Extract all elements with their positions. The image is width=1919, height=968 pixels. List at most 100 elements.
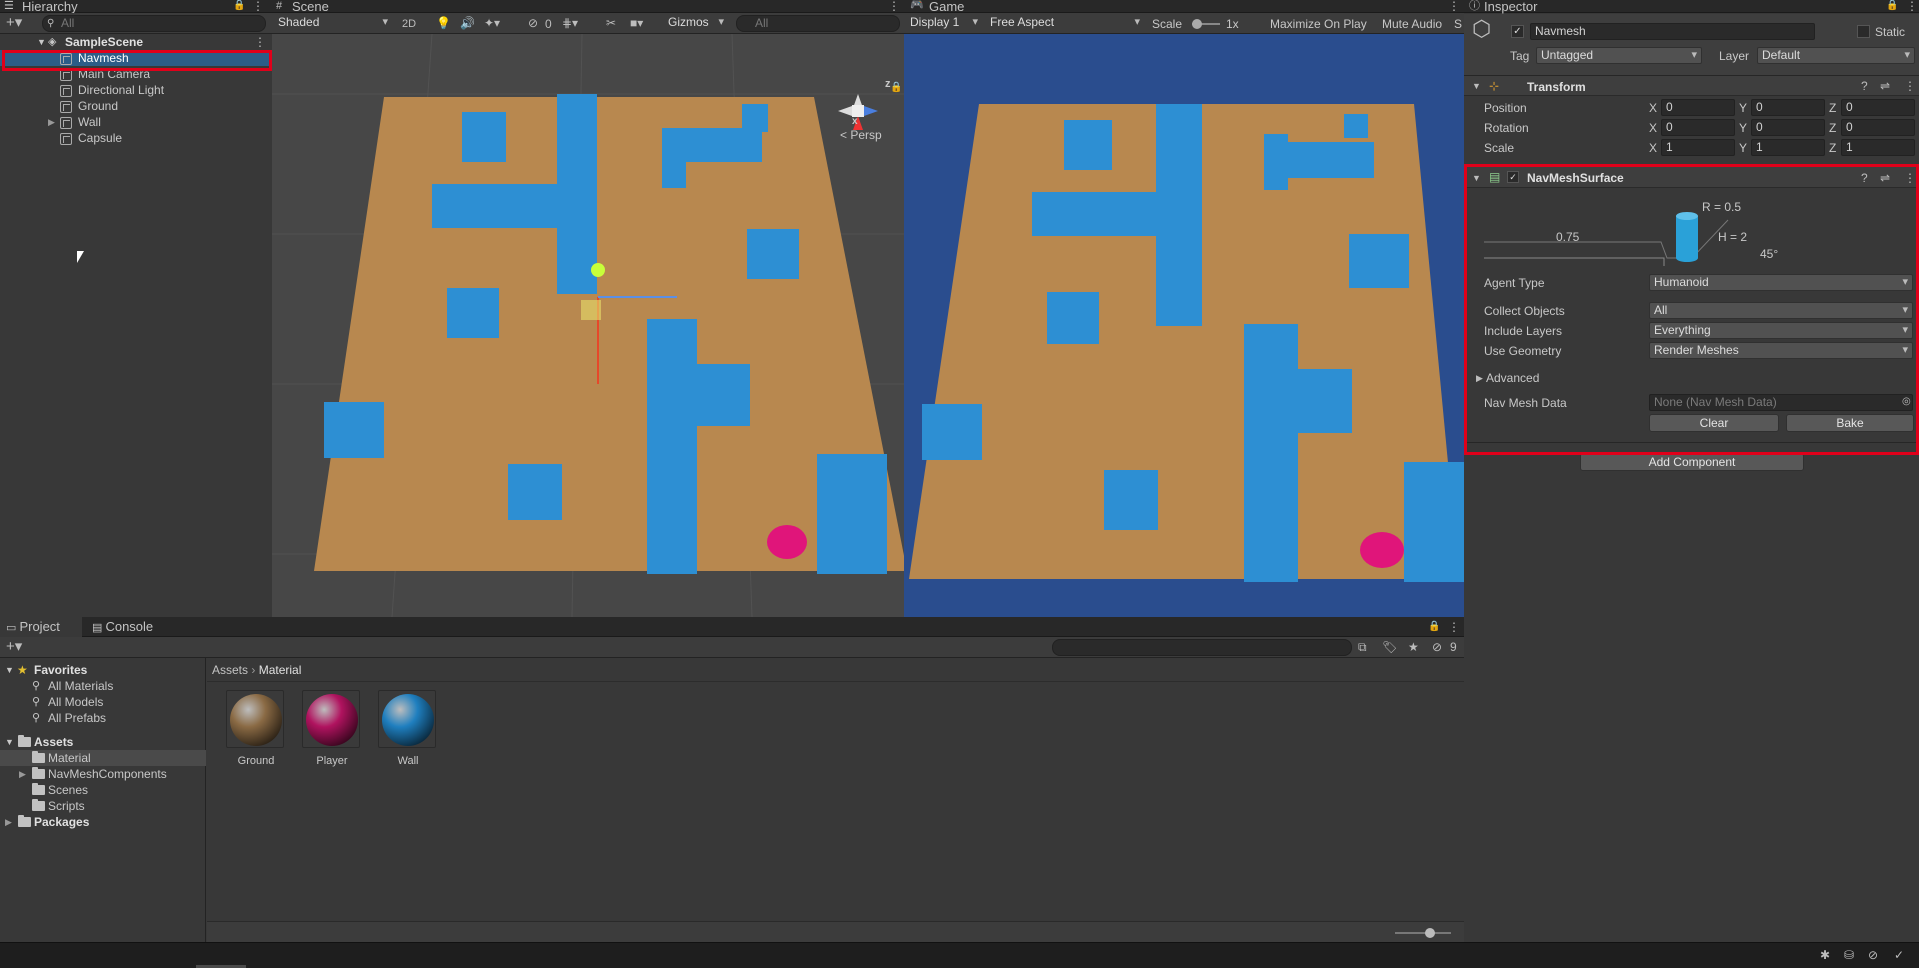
- thumbnail-size-slider[interactable]: [1395, 928, 1451, 938]
- check-icon[interactable]: ✓: [1894, 948, 1904, 962]
- scene-row[interactable]: ▼ ◈ SampleScene ⋮: [0, 34, 270, 50]
- hierarchy-item-ground[interactable]: Ground: [0, 98, 270, 114]
- rotation-y-field[interactable]: 0: [1751, 119, 1825, 136]
- lock-icon[interactable]: 🔒: [1886, 0, 1898, 13]
- rotation-x-field[interactable]: 0: [1661, 119, 1735, 136]
- camera-icon[interactable]: ■▾: [630, 16, 643, 30]
- transform-header[interactable]: ▼ ⊹ Transform ? ⇌ ⋮: [1464, 76, 1919, 96]
- folder-scenes[interactable]: Scenes: [0, 782, 206, 798]
- position-z-field[interactable]: 0: [1841, 99, 1915, 116]
- folder-icon: [18, 734, 31, 747]
- breadcrumb-material[interactable]: Material: [259, 663, 302, 677]
- lock-icon[interactable]: 🔒: [1428, 620, 1440, 634]
- expand-arrow-icon[interactable]: ▶: [48, 114, 55, 130]
- static-checkbox[interactable]: [1857, 25, 1870, 38]
- cache-icon[interactable]: ⛁: [1844, 948, 1854, 962]
- game-viewport[interactable]: [904, 34, 1464, 617]
- tab-project[interactable]: ▭ Project: [0, 617, 82, 637]
- folder-navmeshcomponents[interactable]: ▶ NavMeshComponents: [0, 766, 206, 782]
- effects-icon[interactable]: ✦▾: [484, 16, 500, 30]
- filter-label-icon[interactable]: 🏷: [1382, 640, 1397, 654]
- filter-type-icon[interactable]: ⧉: [1358, 640, 1367, 654]
- preset-icon[interactable]: ⇌: [1880, 79, 1890, 93]
- tag-label: Tag: [1510, 49, 1530, 63]
- mute-audio-toggle[interactable]: Mute Audio: [1382, 17, 1442, 31]
- add-icon[interactable]: +▾: [6, 15, 22, 30]
- scale-slider[interactable]: [1192, 19, 1220, 29]
- scene-viewport[interactable]: 🔒: [272, 34, 904, 617]
- more-icon[interactable]: ⋮: [1906, 0, 1918, 13]
- display-dropdown[interactable]: Display 1: [906, 15, 982, 32]
- help-icon[interactable]: ?: [1861, 79, 1868, 93]
- gizmo-lock-icon[interactable]: 🔒: [890, 81, 902, 93]
- stats-toggle[interactable]: S: [1454, 17, 1462, 31]
- scale-x-field[interactable]: 1: [1661, 139, 1735, 156]
- fav-all-prefabs[interactable]: ⚲ All Prefabs: [0, 710, 206, 726]
- layer-dropdown[interactable]: Default: [1757, 47, 1915, 64]
- tools-icon[interactable]: ✂: [606, 16, 616, 30]
- gameobject-icon: [60, 100, 72, 113]
- hierarchy-tab[interactable]: Hierarchy: [22, 0, 78, 13]
- maximize-on-play-toggle[interactable]: Maximize On Play: [1270, 17, 1367, 31]
- collapse-arrow-icon[interactable]: ▼: [1472, 79, 1481, 93]
- project-search-input[interactable]: [1052, 639, 1352, 656]
- create-icon[interactable]: +▾: [6, 639, 22, 654]
- grid-icon[interactable]: ⋕▾: [562, 16, 578, 30]
- hierarchy-item-capsule[interactable]: Capsule: [0, 130, 270, 146]
- packages-row[interactable]: ▶ Packages: [0, 814, 206, 830]
- transform-row-position: Position X 0 Y 0 Z 0: [1464, 98, 1919, 118]
- hidden-objects-icon[interactable]: ⊘: [528, 16, 538, 30]
- position-x-field[interactable]: 0: [1661, 99, 1735, 116]
- asset-material-player[interactable]: Player: [300, 688, 364, 768]
- object-name-field[interactable]: Navmesh: [1530, 23, 1815, 40]
- fav-all-materials[interactable]: ⚲ All Materials: [0, 678, 206, 694]
- tab-console[interactable]: ▤ Console: [88, 617, 153, 638]
- inspector-tab[interactable]: Inspector: [1484, 0, 1537, 13]
- scene-tab[interactable]: Scene: [292, 0, 329, 13]
- object-header: ⬡ ✓ Navmesh Static Tag Untagged Layer De…: [1464, 14, 1919, 76]
- gizmos-dropdown[interactable]: Gizmos: [664, 15, 728, 32]
- rotation-z-field[interactable]: 0: [1841, 119, 1915, 136]
- favorite-star-icon[interactable]: ★: [1408, 640, 1419, 654]
- hierarchy-item-directional-light[interactable]: Directional Light: [0, 82, 270, 98]
- shading-mode-dropdown[interactable]: Shaded: [274, 15, 392, 32]
- more-icon[interactable]: ⋮: [1448, 620, 1460, 634]
- folder-icon: [18, 814, 31, 827]
- game-more-icon[interactable]: ⋮: [1448, 0, 1460, 13]
- active-checkbox[interactable]: ✓: [1511, 25, 1524, 38]
- tag-dropdown[interactable]: Untagged: [1536, 47, 1702, 64]
- audio-icon[interactable]: 🔊: [460, 16, 475, 30]
- assets-row[interactable]: ▼ Assets: [0, 734, 206, 750]
- hierarchy-item-wall[interactable]: ▶ Wall: [0, 114, 270, 130]
- component-more-icon[interactable]: ⋮: [1904, 79, 1916, 93]
- asset-material-ground[interactable]: Ground: [224, 688, 288, 768]
- aspect-dropdown[interactable]: Free Aspect: [986, 15, 1144, 32]
- position-y-field[interactable]: 0: [1751, 99, 1825, 116]
- lighting-icon[interactable]: 💡: [436, 16, 451, 30]
- game-tab[interactable]: Game: [929, 0, 964, 13]
- axis-z-label: Z: [1829, 141, 1837, 155]
- folder-scripts[interactable]: Scripts: [0, 798, 206, 814]
- asset-material-wall[interactable]: Wall: [376, 688, 440, 768]
- lock-icon[interactable]: 🔒: [233, 0, 245, 13]
- ground-plane: [314, 97, 904, 571]
- scale-z-field[interactable]: 1: [1841, 139, 1915, 156]
- scale-y-field[interactable]: 1: [1751, 139, 1825, 156]
- hierarchy-search-input[interactable]: All: [42, 15, 266, 32]
- add-component-button[interactable]: Add Component: [1580, 453, 1804, 471]
- more-icon[interactable]: ⋮: [252, 0, 264, 13]
- favorites-row[interactable]: ▼ ★ Favorites: [0, 662, 206, 678]
- scene-more-icon[interactable]: ⋮: [254, 35, 266, 49]
- breadcrumb-divider: [207, 681, 1464, 682]
- folder-material[interactable]: Material: [0, 750, 206, 766]
- hidden-packages-icon[interactable]: ⊘: [1432, 640, 1442, 654]
- toggle-2d-button[interactable]: 2D: [402, 17, 416, 31]
- scene-more-icon[interactable]: ⋮: [888, 0, 900, 13]
- fav-all-models[interactable]: ⚲ All Models: [0, 694, 206, 710]
- auto-generate-icon[interactable]: ⊘: [1868, 948, 1878, 962]
- scene-search-input[interactable]: All: [736, 15, 900, 32]
- bug-icon[interactable]: ✱: [1820, 948, 1830, 962]
- folder-icon: [32, 782, 45, 795]
- perspective-label[interactable]: < Persp: [840, 128, 882, 142]
- breadcrumb-assets[interactable]: Assets: [212, 663, 248, 677]
